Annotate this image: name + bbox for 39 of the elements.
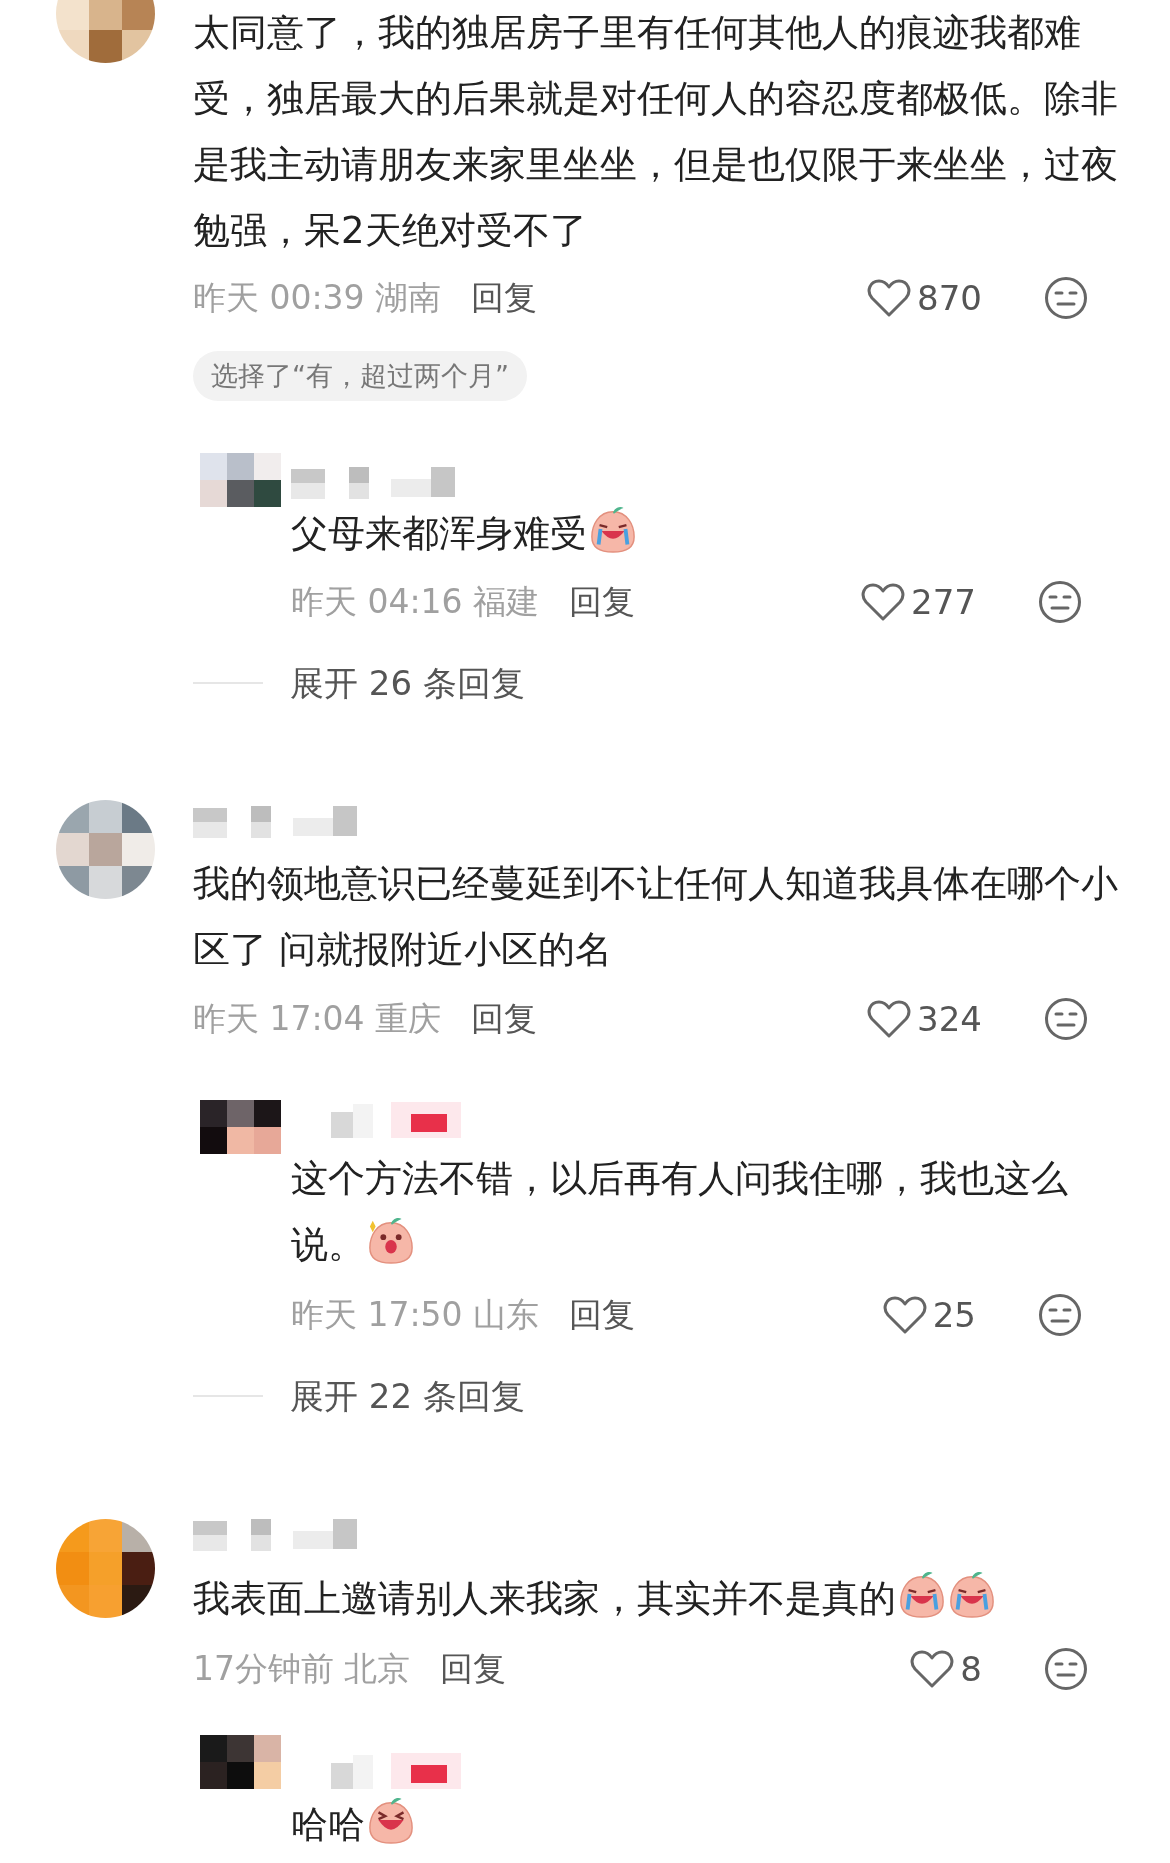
- heart-icon[interactable]: [867, 278, 912, 318]
- comment-text: 这个方法不错，以后再有人问我住哪，我也这么说。: [291, 1156, 1069, 1268]
- like-count: 8: [960, 1647, 982, 1691]
- comment-time-location: 昨天 17:50 山东: [291, 1294, 540, 1337]
- reply-link[interactable]: 回复: [471, 273, 538, 323]
- face-icon[interactable]: [1038, 1293, 1082, 1337]
- like-count: 25: [932, 1293, 976, 1337]
- face-icon[interactable]: [1044, 1647, 1088, 1691]
- sticker-icon: [367, 1797, 415, 1845]
- reply-link[interactable]: 回复: [440, 1644, 507, 1694]
- heart-icon[interactable]: [910, 1649, 955, 1689]
- reply-link[interactable]: 回复: [569, 577, 636, 627]
- vote-tag: 选择了“有，超过两个月”: [193, 351, 527, 401]
- expand-replies-button[interactable]: 展开 22 条回复: [290, 1370, 525, 1422]
- heart-icon[interactable]: [882, 1295, 927, 1335]
- sticker-icon: [589, 506, 637, 554]
- face-icon[interactable]: [1038, 580, 1082, 624]
- comment-text: 我表面上邀请别人来我家，其实并不是真的: [193, 1566, 1118, 1632]
- reply-link[interactable]: 回复: [569, 1290, 636, 1340]
- comment-time-location: 17分钟前 北京: [193, 1648, 411, 1691]
- face-icon[interactable]: [1044, 276, 1088, 320]
- heart-icon[interactable]: [861, 582, 906, 622]
- sticker-icon: [367, 1217, 415, 1265]
- like-count: 324: [917, 997, 982, 1041]
- comment-text: 哈哈: [291, 1792, 1127, 1858]
- comment-text: 父母来都浑身难受: [291, 501, 1127, 567]
- like-count: 870: [917, 276, 982, 320]
- face-icon[interactable]: [1044, 997, 1088, 1041]
- comment-text: 我的领地意识已经蔓延到不让任何人知道我具体在哪个小区了 问就报附近小区的名: [193, 861, 1118, 973]
- like-count: 277: [911, 580, 976, 624]
- reply-link[interactable]: 回复: [471, 994, 538, 1044]
- sticker-icon: [898, 1571, 946, 1619]
- heart-icon[interactable]: [867, 999, 912, 1039]
- sticker-icon: [948, 1571, 996, 1619]
- expand-replies-button[interactable]: 展开 26 条回复: [290, 657, 525, 709]
- comment-time-location: 昨天 17:04 重庆: [193, 998, 442, 1041]
- comment-time-location: 昨天 04:16 福建: [291, 581, 540, 624]
- comment-time-location: 昨天 00:39 湖南: [193, 277, 442, 320]
- comment-text: 太同意了，我的独居房子里有任何其他人的痕迹我都难受，独居最大的后果就是对任何人的容忍度都极低。除非是我主动请朋友来家里坐坐，但是也仅限于来坐坐，过夜勉强，呆2天绝对受不了: [193, 10, 1118, 254]
